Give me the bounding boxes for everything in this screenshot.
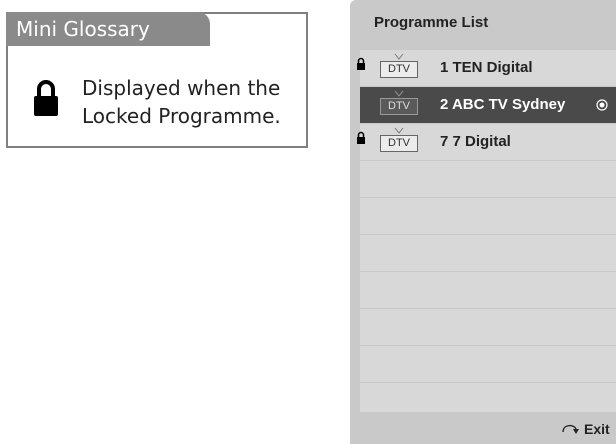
programme-row[interactable]: DTV 1 TEN Digital: [357, 50, 616, 86]
return-arrow-icon[interactable]: [560, 420, 582, 436]
lock-icon: [34, 80, 58, 116]
programme-rows: DTV 1 TEN Digital DTV 2 ABC TV Sydney DT…: [357, 50, 616, 420]
dtv-badge: DTV: [380, 61, 418, 78]
panel-title: Programme List: [374, 14, 489, 31]
empty-row: [360, 198, 616, 234]
chevron-icon: [394, 53, 404, 60]
dtv-badge: DTV: [380, 98, 418, 115]
programme-name: 2 ABC TV Sydney: [440, 96, 566, 113]
dtv-badge: DTV: [380, 135, 418, 152]
panel-footer: Exit: [350, 412, 616, 444]
glossary-description: Displayed when the Locked Programme.: [82, 74, 302, 130]
programme-row[interactable]: DTV 7 7 Digital: [357, 124, 616, 160]
lock-icon: [357, 131, 365, 144]
lock-icon: [357, 57, 365, 70]
empty-row: [360, 272, 616, 308]
chevron-icon: [394, 90, 404, 97]
programme-row[interactable]: DTV 2 ABC TV Sydney: [360, 87, 616, 123]
radio-selected-icon: [596, 99, 608, 111]
glossary-description-line2: Locked Programme.: [82, 104, 281, 128]
programme-name: 1 TEN Digital: [440, 59, 533, 76]
empty-row: [360, 161, 616, 197]
programme-list-panel: Programme List DTV 1 TEN Digital DTV 2 A…: [350, 0, 616, 444]
exit-button[interactable]: Exit: [584, 421, 610, 437]
glossary-description-line1: Displayed when the: [82, 76, 281, 100]
programme-name: 7 7 Digital: [440, 133, 511, 150]
glossary-title: Mini Glossary: [6, 12, 210, 46]
mini-glossary: Mini Glossary Displayed when the Locked …: [6, 12, 308, 148]
empty-row: [360, 235, 616, 271]
empty-row: [360, 309, 616, 345]
chevron-icon: [394, 127, 404, 134]
empty-row: [360, 346, 616, 382]
